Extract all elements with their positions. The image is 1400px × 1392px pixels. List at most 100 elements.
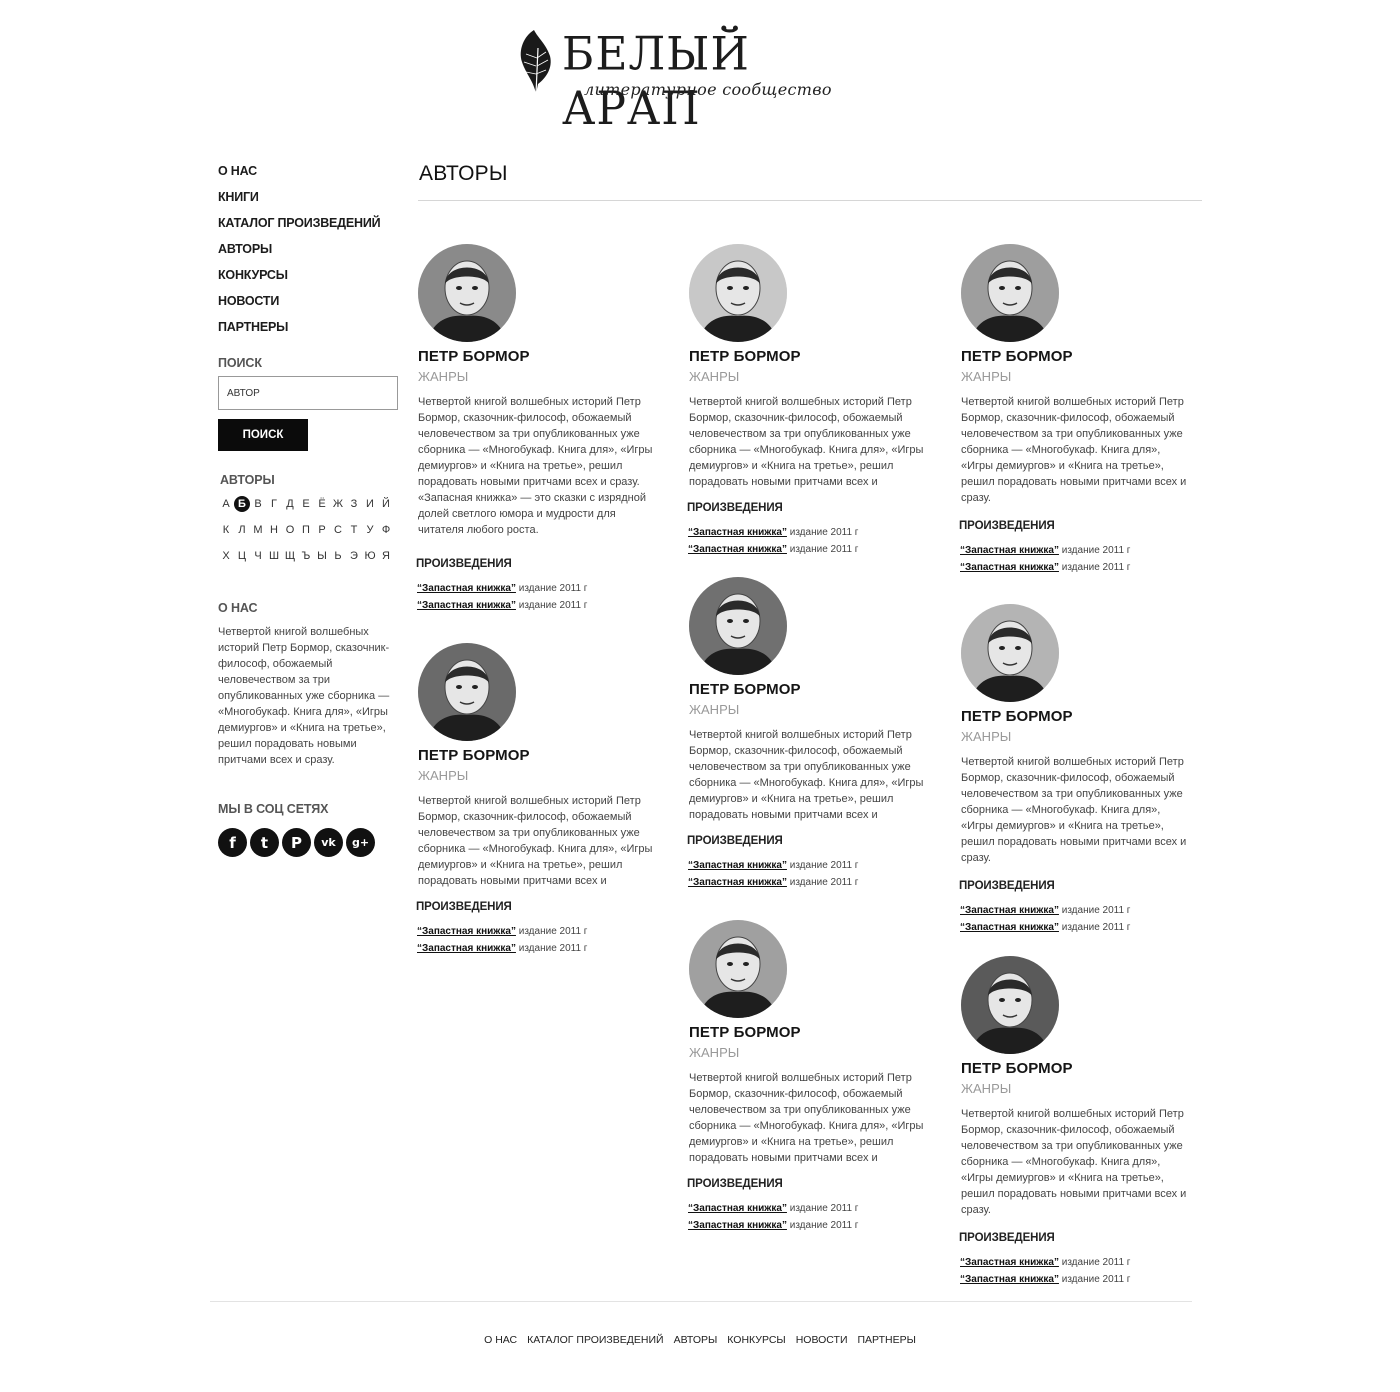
nav-item-contests[interactable]: КОНКУРСЫ — [218, 264, 400, 290]
nav-item-authors[interactable]: АВТОРЫ — [218, 238, 400, 264]
alphabet-letter[interactable]: С — [330, 521, 346, 547]
alphabet-letter[interactable]: Ъ — [298, 547, 314, 573]
alphabet-letter[interactable]: Е — [298, 495, 314, 521]
work-link[interactable]: “Запастная книжка” — [960, 562, 1059, 573]
author-name[interactable]: ПЕТР БОРМОР — [418, 348, 658, 365]
footer-link[interactable]: ПАРТНЕРЫ — [858, 1334, 916, 1346]
alphabet-letter[interactable]: Щ — [282, 547, 298, 573]
alphabet-letter[interactable]: Ь — [330, 547, 346, 573]
nav-item-partners[interactable]: ПАРТНЕРЫ — [218, 316, 400, 342]
work-link[interactable]: “Запастная книжка” — [688, 860, 787, 871]
alphabet-letter[interactable]: Д — [282, 495, 298, 521]
author-genres[interactable]: ЖАНРЫ — [961, 729, 1193, 744]
alphabet-letter[interactable]: Ю — [362, 547, 378, 573]
facebook-icon[interactable]: f — [218, 828, 247, 857]
author-genres[interactable]: ЖАНРЫ — [689, 1045, 925, 1060]
author-photo[interactable] — [689, 577, 787, 675]
alphabet-letter[interactable]: К — [218, 521, 234, 547]
author-photo[interactable] — [418, 643, 516, 741]
work-link[interactable]: “Запастная книжка” — [688, 1220, 787, 1231]
search-input[interactable] — [218, 376, 398, 410]
author-description: Четвертой книгой волшебных историй Петр … — [961, 1108, 1187, 1216]
work-edition: издание 2011 г — [786, 1220, 859, 1231]
alphabet-letter[interactable]: И — [362, 495, 378, 521]
footer-link[interactable]: АВТОРЫ — [674, 1334, 718, 1346]
author-name[interactable]: ПЕТР БОРМОР — [689, 681, 925, 698]
alphabet-letter[interactable]: П — [298, 521, 314, 547]
nav-item-catalog[interactable]: КАТАЛОГ ПРОИЗВЕДЕНИЙ — [218, 212, 400, 238]
author-photo[interactable] — [961, 956, 1059, 1054]
vk-icon[interactable]: vk — [314, 828, 343, 857]
nav-item-about[interactable]: О НАС — [218, 160, 400, 186]
work-link[interactable]: “Запастная книжка” — [960, 1257, 1059, 1268]
alphabet-letter[interactable]: Л — [234, 521, 250, 547]
work-link[interactable]: “Запастная книжка” — [417, 583, 516, 594]
work-link[interactable]: “Запастная книжка” — [417, 943, 516, 954]
author-genres[interactable]: ЖАНРЫ — [418, 369, 658, 384]
work-edition: издание 2011 г — [786, 1203, 859, 1214]
author-genres[interactable]: ЖАНРЫ — [689, 369, 925, 384]
work-link[interactable]: “Запастная книжка” — [688, 527, 787, 538]
alphabet-letter[interactable]: О — [282, 521, 298, 547]
alphabet-letter[interactable]: Ы — [314, 547, 330, 573]
author-photo[interactable] — [961, 604, 1059, 702]
alphabet-letter[interactable]: Г — [266, 495, 282, 521]
work-link[interactable]: “Запастная книжка” — [960, 1274, 1059, 1285]
alphabet-letter[interactable]: Н — [266, 521, 282, 547]
work-link[interactable]: “Запастная книжка” — [688, 877, 787, 888]
work-link[interactable]: “Запастная книжка” — [960, 922, 1059, 933]
work-link[interactable]: “Запастная книжка” — [417, 600, 516, 611]
author-photo[interactable] — [961, 244, 1059, 342]
alphabet-letter[interactable]: М — [250, 521, 266, 547]
work-item: “Запастная книжка” издание 2011 г — [960, 1254, 1193, 1271]
footer-link[interactable]: КАТАЛОГ ПРОИЗВЕДЕНИЙ — [527, 1334, 663, 1346]
author-photo[interactable] — [418, 244, 516, 342]
author-genres[interactable]: ЖАНРЫ — [961, 1081, 1193, 1096]
work-link[interactable]: “Запастная книжка” — [960, 905, 1059, 916]
alphabet-letter[interactable]: Ц — [234, 547, 250, 573]
work-edition: издание 2011 г — [1058, 905, 1131, 916]
author-photo[interactable] — [689, 244, 787, 342]
twitter-icon[interactable]: t — [250, 828, 279, 857]
author-name[interactable]: ПЕТР БОРМОР — [961, 348, 1193, 365]
alphabet-letter[interactable]: З — [346, 495, 362, 521]
author-name[interactable]: ПЕТР БОРМОР — [961, 1060, 1193, 1077]
footer-link[interactable]: КОНКУРСЫ — [727, 1334, 785, 1346]
nav-item-books[interactable]: КНИГИ — [218, 186, 400, 212]
alphabet-letter[interactable]: Х — [218, 547, 234, 573]
work-link[interactable]: “Запастная книжка” — [688, 544, 787, 555]
alphabet-letter[interactable]: Э — [346, 547, 362, 573]
author-name[interactable]: ПЕТР БОРМОР — [418, 747, 654, 764]
author-genres[interactable]: ЖАНРЫ — [418, 768, 654, 783]
footer-link[interactable]: О НАС — [484, 1334, 517, 1346]
alphabet-letter[interactable]: Й — [378, 495, 394, 521]
alphabet-letter[interactable]: Ч — [250, 547, 266, 573]
alphabet-letter[interactable]: Т — [346, 521, 362, 547]
alphabet-letter[interactable]: У — [362, 521, 378, 547]
alphabet-letter[interactable]: А — [218, 495, 234, 521]
google-plus-icon[interactable]: g+ — [346, 828, 375, 857]
author-genres[interactable]: ЖАНРЫ — [961, 369, 1193, 384]
alphabet-letter[interactable]: Р — [314, 521, 330, 547]
footer-link[interactable]: НОВОСТИ — [796, 1334, 848, 1346]
work-link[interactable]: “Запастная книжка” — [417, 926, 516, 937]
work-link[interactable]: “Запастная книжка” — [688, 1203, 787, 1214]
alphabet-letter[interactable]: Ф — [378, 521, 394, 547]
work-link[interactable]: “Запастная книжка” — [960, 545, 1059, 556]
alphabet-letter[interactable]: В — [250, 495, 266, 521]
pinterest-icon[interactable]: P — [282, 828, 311, 857]
search-button[interactable]: ПОИСК — [218, 419, 308, 451]
author-name[interactable]: ПЕТР БОРМОР — [689, 1024, 925, 1041]
work-item: “Запастная книжка” издание 2011 г — [960, 559, 1193, 576]
author-name[interactable]: ПЕТР БОРМОР — [689, 348, 925, 365]
author-genres[interactable]: ЖАНРЫ — [689, 702, 925, 717]
alphabet-letter[interactable]: Б — [234, 495, 250, 521]
nav-item-news[interactable]: НОВОСТИ — [218, 290, 400, 316]
author-photo[interactable] — [689, 920, 787, 1018]
site-logo[interactable]: БЕЛЫЙ АРАП литературное сообщество — [516, 27, 836, 136]
alphabet-letter[interactable]: Ж — [330, 495, 346, 521]
alphabet-letter[interactable]: Ш — [266, 547, 282, 573]
alphabet-letter[interactable]: Я — [378, 547, 394, 573]
author-name[interactable]: ПЕТР БОРМОР — [961, 708, 1193, 725]
alphabet-letter[interactable]: Ё — [314, 495, 330, 521]
